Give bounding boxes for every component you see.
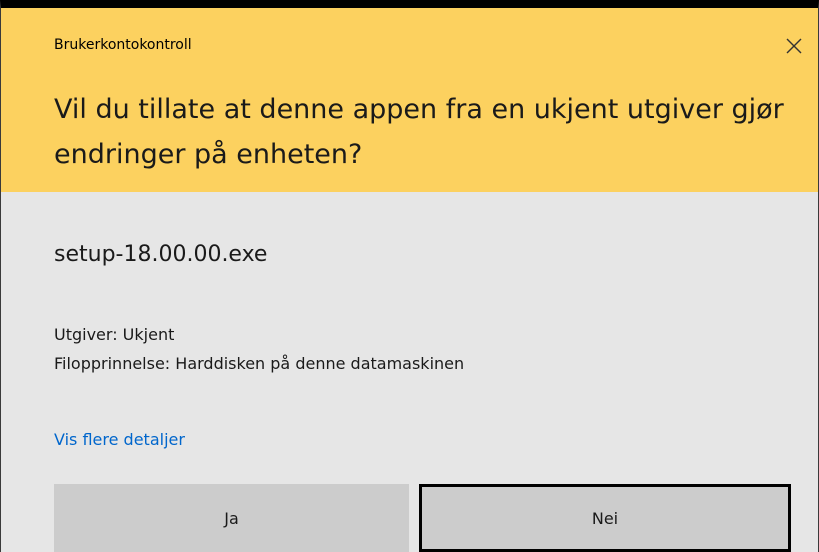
dialog-header: Brukerkontokontroll Vil du tillate at de… — [1, 8, 818, 192]
program-name: setup-18.00.00.exe — [54, 242, 268, 267]
uac-dialog: Brukerkontokontroll Vil du tillate at de… — [0, 0, 819, 552]
file-origin-info: Filopprinnelse: Harddisken på denne data… — [54, 354, 465, 373]
no-button-label: Nei — [591, 508, 619, 528]
dialog-question: Vil du tillate at denne appen fra en ukj… — [54, 94, 784, 170]
close-icon — [786, 38, 802, 54]
yes-button-label: Ja — [224, 508, 239, 528]
publisher-info: Utgiver: Ukjent — [54, 325, 175, 344]
no-button[interactable]: Nei — [419, 484, 791, 552]
dialog-title: Brukerkontokontroll — [54, 37, 192, 53]
yes-button[interactable]: Ja — [54, 484, 409, 552]
show-more-details-link[interactable]: Vis flere detaljer — [54, 430, 185, 449]
close-button[interactable] — [780, 32, 808, 60]
